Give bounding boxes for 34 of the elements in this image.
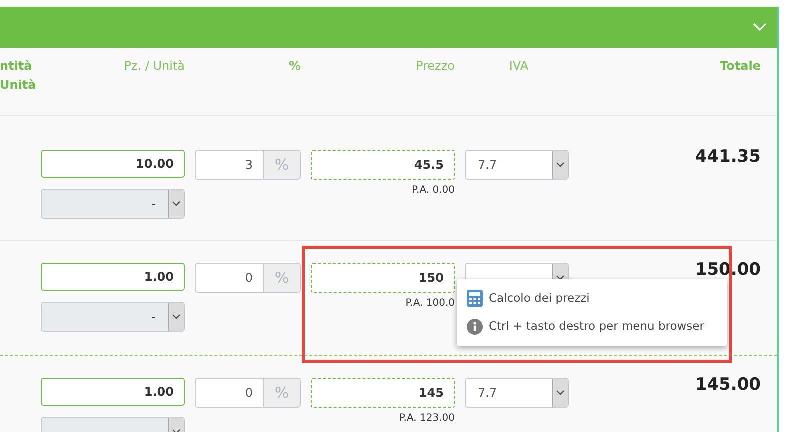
price-field[interactable]: 45.5 (311, 150, 455, 180)
purchase-price: P.A. 100.0 (406, 297, 455, 311)
unit-value: - (150, 309, 157, 326)
vat-value: 7.7 (477, 385, 498, 402)
unit-select[interactable]: - (41, 302, 185, 332)
column-header: % (288, 58, 301, 75)
column-header: IVA (508, 58, 529, 75)
quantity-field[interactable]: 1.00 (41, 263, 185, 291)
discount-field[interactable]: 3 (195, 150, 264, 180)
column-header: Prezzo (416, 58, 455, 75)
discount-field[interactable]: 0 (195, 263, 264, 293)
quantity-field[interactable]: 10.00 (41, 150, 185, 178)
vat-value: 7.7 (477, 157, 498, 174)
percent-addon: % (264, 378, 301, 408)
unit-value: - (150, 196, 157, 213)
percent-addon: % (264, 263, 301, 293)
unit-select[interactable]: - (41, 189, 185, 219)
menu-item[interactable]: Ctrl + tasto destro per menu browser (467, 318, 717, 336)
column-header: Unità (0, 77, 38, 94)
row-total: 145.00 (695, 374, 761, 397)
price-field[interactable]: 150 (311, 263, 455, 293)
price-field[interactable]: 145 (311, 378, 455, 408)
quantity-field[interactable]: 1.00 (41, 378, 185, 406)
column-header: ntità (0, 58, 34, 75)
menu-item[interactable]: Calcolo dei prezzi (467, 290, 717, 307)
purchase-price: P.A. 0.00 (412, 184, 455, 198)
column-header: Totale (720, 58, 761, 75)
column-header: Pz. / Unità (124, 58, 185, 75)
vat-select[interactable]: 7.7 (465, 150, 569, 180)
row-total: 441.35 (695, 146, 761, 169)
percent-addon: % (264, 150, 301, 180)
vat-select[interactable]: 7.7 (465, 378, 569, 408)
purchase-price: P.A. 123.00 (399, 412, 455, 426)
discount-field[interactable]: 0 (195, 378, 264, 408)
